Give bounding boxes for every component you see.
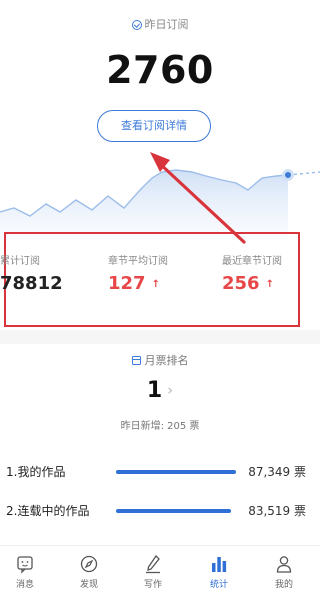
view-subscription-details-button[interactable]: 查看订阅详情 (97, 110, 211, 142)
tab-messages[interactable]: 消息 (0, 554, 50, 590)
check-circle-icon (131, 20, 142, 30)
compass-icon (79, 554, 99, 574)
stat-label: 章节平均订阅 (108, 256, 168, 267)
chevron-right-icon: › (167, 381, 174, 399)
tab-label: 消息 (15, 580, 34, 590)
tab-label: 我的 (274, 580, 293, 590)
yesterday-label-text: 昨日订阅 (144, 18, 189, 31)
tab-discover[interactable]: 发现 (64, 554, 114, 590)
work-name: 2.连载中的作品 (6, 504, 90, 518)
stats-page: 昨日订阅 2760 查看订阅详情 累计订阅 78812 章节平均订阅 127 ↑ … (0, 0, 320, 600)
up-arrow-icon: ↑ (265, 279, 274, 290)
calendar-icon (131, 356, 141, 365)
stat-value: 78812 (0, 273, 63, 294)
stat-label: 最近章节订阅 (222, 256, 282, 267)
ranking-title-text: 月票排名 (144, 354, 189, 367)
message-icon (15, 554, 35, 574)
tab-write[interactable]: 写作 (128, 554, 178, 590)
bottom-tab-bar: 消息 发现 写作 统计 我的 (0, 545, 320, 600)
tab-label: 写作 (143, 580, 162, 590)
new-votes-yesterday: 昨日新增: 205 票 (120, 421, 200, 432)
vote-count: 87,349 票 (248, 465, 306, 479)
pen-icon (143, 554, 163, 574)
work-name: 1.我的作品 (6, 465, 66, 479)
stat-total-subscriptions: 累计订阅 78812 (0, 252, 80, 294)
vote-bar (116, 509, 231, 513)
stat-value: 256 ↑ (222, 273, 274, 294)
tab-profile[interactable]: 我的 (259, 554, 309, 590)
up-arrow-icon: ↑ (151, 279, 160, 290)
tab-statistics[interactable]: 统计 (194, 554, 244, 590)
stat-chapter-average: 章节平均订阅 127 ↑ (108, 252, 198, 294)
ranking-position[interactable]: 1 › (0, 378, 320, 403)
stat-label: 累计订阅 (0, 256, 40, 267)
rank-number: 1 (146, 378, 163, 403)
tab-label: 统计 (209, 580, 228, 590)
bar-chart-icon (209, 554, 229, 574)
stat-value: 127 ↑ (108, 273, 160, 294)
yesterday-subscriptions-value: 2760 (106, 48, 214, 92)
user-icon (274, 554, 294, 574)
stat-latest-chapter: 最近章节订阅 256 ↑ (222, 252, 312, 294)
yesterday-subscriptions-label: 昨日订阅 (0, 16, 320, 32)
vote-bar (116, 470, 236, 474)
section-divider (0, 330, 320, 344)
monthly-ticket-ranking-title: 月票排名 (0, 352, 320, 368)
ranking-row[interactable]: 1.我的作品 87,349 票 (6, 463, 306, 481)
vote-count: 83,519 票 (248, 504, 306, 518)
tab-label: 发现 (79, 580, 98, 590)
trend-current-point (282, 169, 294, 181)
ranking-row[interactable]: 2.连载中的作品 83,519 票 (6, 502, 306, 520)
